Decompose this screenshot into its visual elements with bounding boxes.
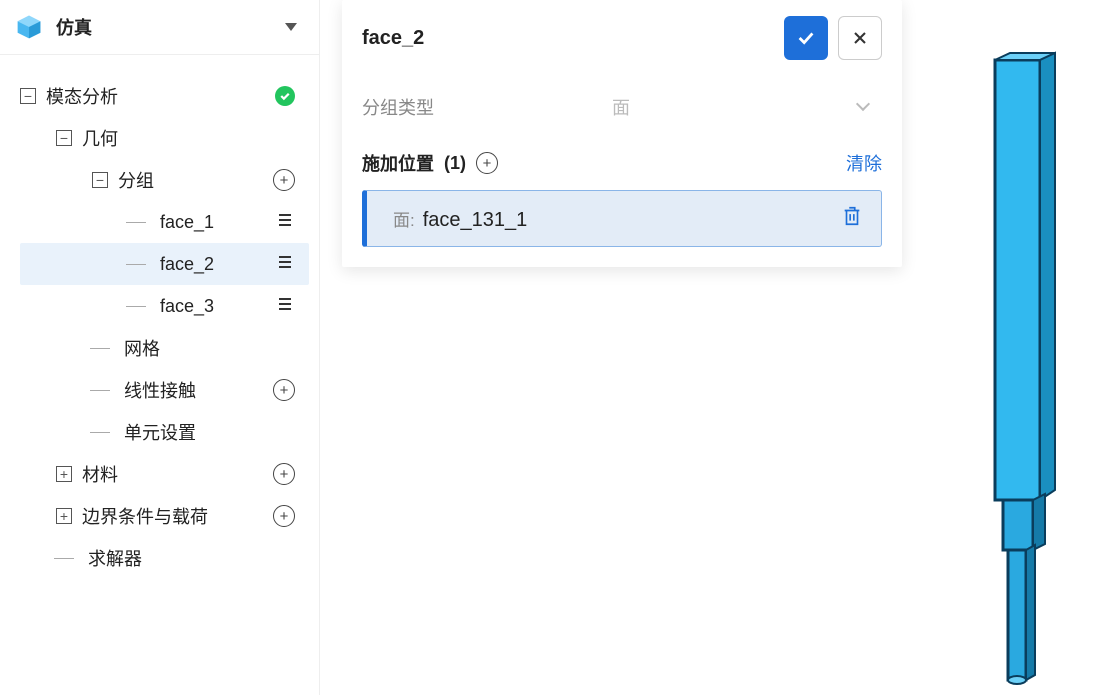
expand-icon[interactable]: + [56,466,72,482]
group-type-select[interactable]: 面 [602,88,882,126]
apply-location-count: (1) [444,153,466,174]
tree-leaf-label: face_3 [160,296,214,317]
collapse-icon[interactable]: − [92,172,108,188]
tree-leaf-face-2[interactable]: face_2 [20,243,309,285]
cancel-button[interactable] [838,16,882,60]
group-type-value: 面 [612,94,630,120]
sidebar-header: 仿真 [0,0,319,55]
tree-guide [126,264,146,265]
confirm-button[interactable] [784,16,828,60]
tree-guide [54,558,74,559]
location-prefix: 面: [393,206,415,231]
tree-label: 网格 [124,335,160,361]
tree-node-element-settings[interactable]: 单元设置 [20,411,309,453]
property-panel: face_2 分组类型 面 施加位置 (1) [342,0,902,267]
tree-node-material[interactable]: + 材料 + [20,453,309,495]
trash-icon[interactable] [841,205,863,232]
tree: − 模态分析 − 几何 − 分组 + face_1 [0,55,319,579]
caret-down-icon[interactable] [285,23,297,31]
apply-location-section: 施加位置 (1) + 清除 面: face_131_1 [342,144,902,267]
add-icon[interactable]: + [273,463,295,485]
cube-icon [16,14,42,40]
tree-guide [126,306,146,307]
tree-leaf-label: face_2 [160,254,214,275]
tree-node-linear-contact[interactable]: 线性接触 + [20,369,309,411]
collapse-icon[interactable]: − [56,130,72,146]
tree-node-group[interactable]: − 分组 + [20,159,309,201]
tree-leaf-face-3[interactable]: face_3 [20,285,309,327]
sidebar-title: 仿真 [56,14,92,40]
tree-node-boundary-loads[interactable]: + 边界条件与载荷 + [20,495,309,537]
clear-button[interactable]: 清除 [846,150,882,176]
add-icon[interactable]: + [273,379,295,401]
tree-label: 几何 [82,125,118,151]
location-name: face_131_1 [423,209,528,232]
tree-node-geometry[interactable]: − 几何 [20,117,309,159]
tree-leaf-label: face_1 [160,212,214,233]
tree-leaf-face-1[interactable]: face_1 [20,201,309,243]
location-item[interactable]: 面: face_131_1 [362,190,882,247]
tree-guide [90,348,110,349]
group-type-label: 分组类型 [362,94,434,120]
main-canvas[interactable]: face_2 分组类型 面 施加位置 (1) [320,0,1115,695]
panel-title: face_2 [362,27,424,50]
list-icon[interactable] [275,294,295,319]
tree-label: 分组 [118,167,154,193]
tree-node-solver[interactable]: 求解器 [20,537,309,579]
collapse-icon[interactable]: − [20,88,36,104]
tree-label: 求解器 [88,545,142,571]
add-location-button[interactable]: + [476,152,498,174]
tree-guide [126,222,146,223]
group-type-field: 分组类型 面 [342,78,902,144]
tree-label: 线性接触 [124,377,196,403]
sidebar: 仿真 − 模态分析 − 几何 − 分组 + [0,0,320,695]
tree-label: 单元设置 [124,419,196,445]
panel-header: face_2 [342,0,902,78]
tree-label: 边界条件与载荷 [82,503,208,529]
add-icon[interactable]: + [273,505,295,527]
add-icon[interactable]: + [273,169,295,191]
list-icon[interactable] [275,252,295,277]
viewport-3d-object [975,50,1065,695]
tree-label: 模态分析 [46,83,118,109]
chevron-down-icon [856,97,870,111]
tree-root-modal-analysis[interactable]: − 模态分析 [20,75,309,117]
tree-guide [90,432,110,433]
list-icon[interactable] [275,210,295,235]
status-ok-icon [275,86,295,106]
expand-icon[interactable]: + [56,508,72,524]
apply-location-title: 施加位置 [362,150,434,176]
tree-node-mesh[interactable]: 网格 [20,327,309,369]
tree-label: 材料 [82,461,118,487]
tree-guide [90,390,110,391]
